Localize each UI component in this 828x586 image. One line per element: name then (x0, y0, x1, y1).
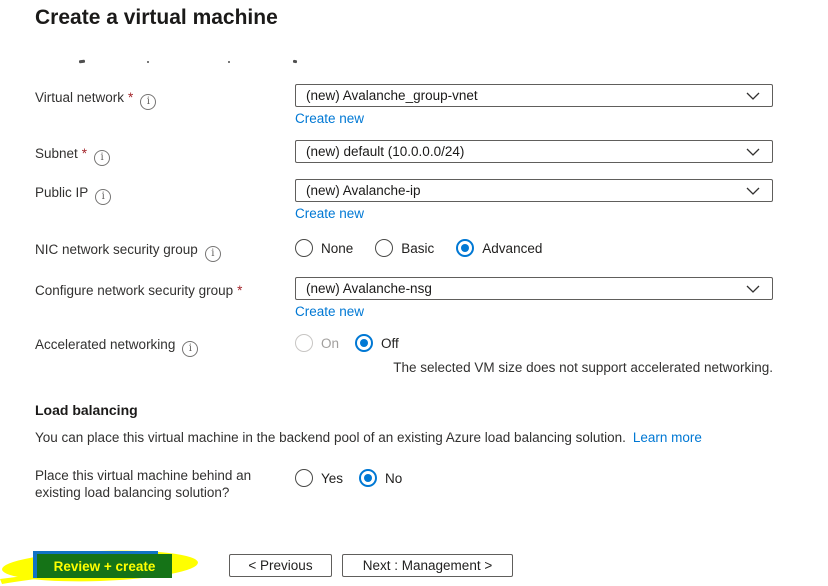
radio-circle (295, 334, 313, 352)
public-ip-select[interactable]: (new) Avalanche-ip (295, 179, 773, 202)
question-line1: Place this virtual machine behind an (35, 468, 252, 483)
radio-label: On (321, 335, 340, 351)
review-create-button[interactable]: Review + create (37, 554, 172, 578)
virtual-network-label: Virtual network * i (35, 84, 295, 128)
field-label-text: Accelerated networking (35, 337, 176, 352)
radio-option-off[interactable]: Off (355, 334, 399, 352)
field-accelerated-networking: Accelerated networking i On Off The selec… (35, 331, 773, 375)
required-asterisk: * (81, 146, 88, 161)
subnet-label: Subnet * i (35, 140, 295, 166)
chevron-down-icon (746, 285, 760, 293)
create-vm-page: Create a virtual machine Virtual network… (0, 0, 828, 586)
next-management-button[interactable]: Next : Management > (342, 554, 513, 577)
field-label-text: Virtual network (35, 90, 125, 105)
load-balancing-radio-group: Yes No (295, 466, 773, 487)
radio-option-on: On (295, 334, 339, 352)
description-text: You can place this virtual machine in th… (35, 430, 626, 445)
radio-label: No (385, 470, 403, 486)
virtual-network-select[interactable]: (new) Avalanche_group-vnet (295, 84, 773, 107)
learn-more-link[interactable]: Learn more (633, 430, 702, 445)
previous-button[interactable]: < Previous (229, 554, 332, 577)
configure-nsg-select[interactable]: (new) Avalanche-nsg (295, 277, 773, 300)
create-new-link[interactable]: Create new (295, 111, 364, 126)
field-label-text: Subnet (35, 146, 78, 161)
load-balancing-question-label: Place this virtual machine behind an exi… (35, 466, 295, 501)
field-public-ip: Public IP i (new) Avalanche-ip Create new (35, 179, 773, 223)
field-label-text: Configure network security group (35, 283, 234, 298)
radio-circle (295, 469, 313, 487)
required-asterisk: * (128, 90, 134, 105)
create-new-link[interactable]: Create new (295, 304, 364, 319)
info-icon[interactable]: i (140, 94, 157, 110)
selected-value: (new) Avalanche-ip (306, 183, 421, 198)
radio-label: Off (381, 335, 399, 351)
radio-circle (456, 239, 475, 257)
info-icon[interactable]: i (94, 150, 111, 166)
info-icon[interactable]: i (204, 246, 221, 262)
field-load-balancing-question: Place this virtual machine behind an exi… (35, 466, 773, 501)
field-nic-nsg: NIC network security group i None Basic A… (35, 236, 773, 262)
field-subnet: Subnet * i (new) default (10.0.0.0/24) (35, 140, 773, 166)
load-balancing-heading: Load balancing (35, 402, 138, 418)
accelerated-networking-label: Accelerated networking i (35, 331, 295, 375)
radio-circle (359, 469, 378, 487)
info-icon[interactable]: i (95, 189, 112, 205)
field-label-text: Public IP (35, 185, 89, 200)
radio-option-basic[interactable]: Basic (375, 239, 434, 257)
radio-circle (355, 334, 374, 352)
chevron-down-icon (746, 148, 760, 156)
field-label-text: NIC network security group (35, 242, 198, 257)
selected-value: (new) Avalanche_group-vnet (306, 88, 478, 103)
radio-label: Advanced (482, 240, 543, 256)
chevron-down-icon (746, 92, 760, 100)
required-asterisk: * (237, 283, 243, 298)
configure-nsg-label: Configure network security group * (35, 277, 295, 321)
accelerated-networking-radio-group: On Off (295, 331, 773, 352)
radio-circle (375, 239, 394, 257)
nic-nsg-label: NIC network security group i (35, 236, 295, 262)
accelerated-networking-note: The selected VM size does not support ac… (393, 360, 773, 375)
radio-label: Basic (401, 240, 435, 256)
subnet-select[interactable]: (new) default (10.0.0.0/24) (295, 140, 773, 163)
load-balancing-description: You can place this virtual machine in th… (35, 430, 702, 445)
create-new-link[interactable]: Create new (295, 206, 364, 221)
radio-option-none[interactable]: None (295, 239, 353, 257)
chevron-down-icon (746, 187, 760, 195)
radio-label: Yes (321, 470, 344, 486)
info-icon[interactable]: i (182, 341, 199, 357)
radio-option-yes[interactable]: Yes (295, 469, 343, 487)
nic-nsg-radio-group: None Basic Advanced (295, 236, 773, 257)
public-ip-label: Public IP i (35, 179, 295, 223)
radio-label: None (321, 240, 354, 256)
selected-value: (new) default (10.0.0.0/24) (306, 144, 465, 159)
radio-circle (295, 239, 313, 257)
field-configure-nsg: Configure network security group * (new) … (35, 277, 773, 321)
field-virtual-network: Virtual network * i (new) Avalanche_group-… (35, 84, 773, 128)
radio-option-advanced[interactable]: Advanced (456, 239, 542, 257)
radio-option-no[interactable]: No (359, 469, 402, 487)
question-line2: existing load balancing solution? (35, 484, 230, 500)
selected-value: (new) Avalanche-nsg (306, 281, 432, 296)
page-title: Create a virtual machine (35, 6, 278, 29)
